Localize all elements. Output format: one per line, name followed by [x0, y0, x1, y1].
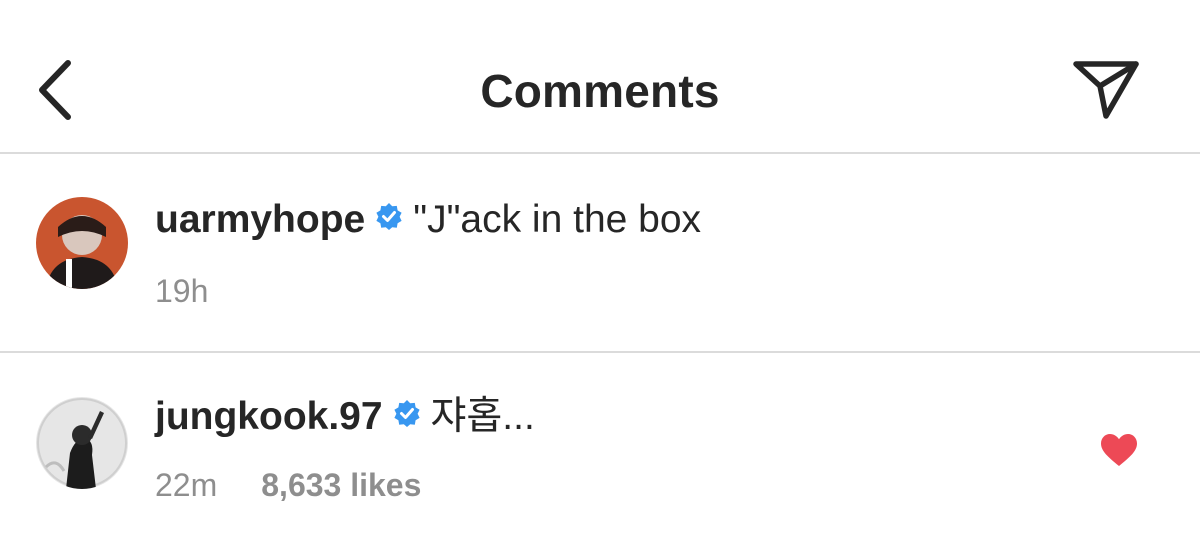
- comment-time: 22m: [155, 467, 218, 503]
- comment-text: "J"ack in the box: [413, 198, 702, 241]
- verified-badge-icon: [393, 392, 421, 438]
- avatar[interactable]: [36, 397, 128, 489]
- paper-plane-icon: [1073, 61, 1139, 119]
- comment-meta: 22m 8,633 likes: [155, 467, 421, 504]
- comment-item: uarmyhope "J"ack in the box 19h: [0, 154, 1200, 353]
- comment-time: 19h: [155, 273, 209, 309]
- avatar-image: [36, 197, 128, 289]
- avatar-image: [36, 397, 128, 489]
- comment-item: jungkook.97 쟈홉... 22m 8,633 likes: [0, 353, 1200, 537]
- comments-header: Comments: [0, 0, 1200, 154]
- avatar[interactable]: [36, 197, 128, 289]
- heart-icon: [1101, 434, 1137, 466]
- comment-username[interactable]: jungkook.97: [155, 395, 383, 438]
- comment-text: 쟈홉...: [430, 395, 535, 438]
- comment-line: uarmyhope "J"ack in the box: [155, 197, 701, 245]
- likes-count[interactable]: 8,633 likes: [261, 467, 421, 503]
- comment-line: jungkook.97 쟈홉...: [155, 394, 535, 442]
- verified-badge-icon: [375, 195, 403, 241]
- comment-username[interactable]: uarmyhope: [155, 198, 365, 241]
- page-title: Comments: [480, 65, 720, 117]
- share-button[interactable]: [1068, 56, 1144, 122]
- comment-meta: 19h: [155, 273, 208, 310]
- like-button[interactable]: [1100, 433, 1138, 467]
